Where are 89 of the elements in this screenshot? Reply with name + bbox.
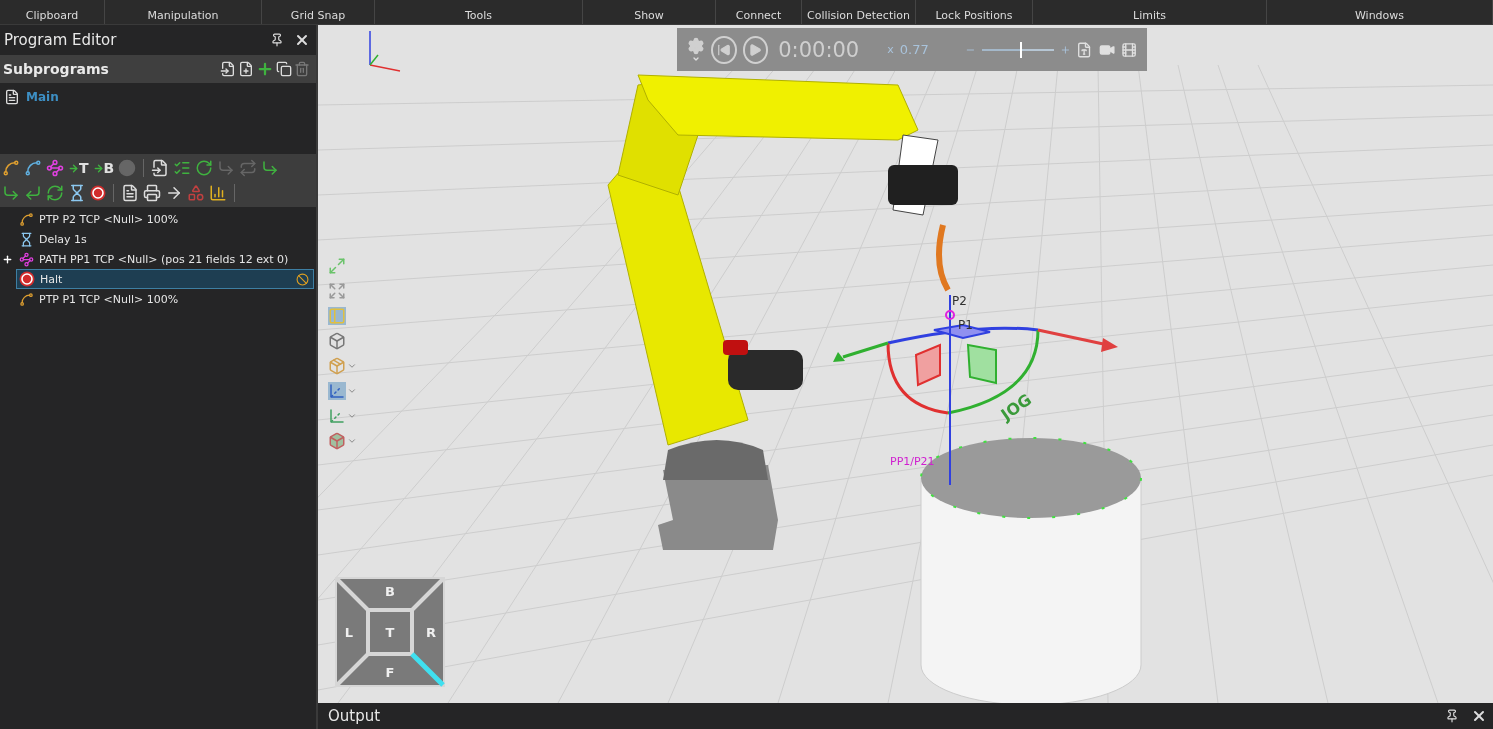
ribbon-group-label: Connect [735,9,782,22]
repeat-icon[interactable] [239,159,258,177]
corner-arrow-icon[interactable] [2,184,20,202]
ribbon-group-label: Manipulation [147,9,219,22]
film-icon[interactable] [1120,40,1138,59]
curve-icon [19,211,34,227]
pdf-icon[interactable] [1076,40,1093,59]
ribbon-group-label: Lock Positions [935,9,1013,22]
waypoints-icon [19,251,34,267]
arrow-icon [92,162,104,174]
ribbon-group-label: Limits [1133,9,1166,22]
add-icon[interactable] [256,60,274,78]
insert-button[interactable]: T [68,160,89,176]
view-cube-drawing[interactable] [335,577,445,687]
curve-icon[interactable] [24,159,42,177]
new-file-icon[interactable] [238,61,254,77]
caret-icon[interactable] [347,411,357,421]
circle-icon[interactable] [118,159,137,177]
axis-icon [369,30,401,72]
corner-arrow-icon[interactable] [24,184,42,202]
scene-label: PP1/P21 [890,455,935,468]
ribbon-group-label: Windows [1354,9,1405,22]
time-display: 0:00:00 [778,37,860,62]
view-cube-label[interactable]: T [385,625,395,640]
stop-icon[interactable] [90,185,106,201]
ribbon-group-label: Show [634,9,664,22]
play-icon [748,42,763,57]
copy-icon[interactable] [276,61,292,77]
printer-icon[interactable] [143,184,161,202]
rewind-icon [716,42,731,57]
corner-arrow-icon[interactable] [217,159,236,177]
section-title: Subprograms [3,61,110,77]
waypoints-icon[interactable] [46,159,64,177]
cube-icon[interactable] [328,432,346,450]
speed-value: 0.77 [899,42,929,57]
insert-button[interactable]: B [92,160,115,176]
corner-arrow-icon[interactable] [261,159,280,177]
curve-icon [19,291,34,307]
file-import-icon[interactable] [151,159,170,177]
panel-title: Program Editor [4,31,118,49]
pin-icon[interactable] [1445,709,1459,723]
view-cube-label[interactable]: B [385,584,395,599]
program-row[interactable]: Delay 1s [16,229,314,249]
caret-icon[interactable] [347,386,357,396]
ribbon-group-label: Grid Snap [290,9,346,22]
arrow-icon [68,162,79,174]
document-icon [4,89,20,105]
scene-label: P1 [958,318,973,332]
pin-icon[interactable] [270,33,284,47]
settings-icon[interactable] [687,36,705,55]
view-cube-label[interactable]: F [385,665,395,680]
play-button[interactable] [742,35,769,64]
program-row[interactable]: PATH PP1 TCP <Null> (pos 21 fields 12 ext 0) [16,249,314,269]
stop-icon [19,271,35,287]
hourglass-icon [19,231,34,247]
package-icon[interactable] [328,357,346,375]
program-row[interactable]: PTP P1 TCP <Null> 100% [16,289,314,309]
view-cube-label[interactable]: R [426,625,436,640]
rotate-icon[interactable] [195,159,214,177]
ribbon-group-label: Collision Detection [807,9,910,22]
speed-prefix: x [887,43,894,56]
scene-label: P2 [952,294,967,308]
program-row[interactable]: PTP P2 TCP <Null> 100% [16,209,314,229]
panel-title: Output [328,707,382,725]
close-icon[interactable] [1471,708,1487,724]
box-icon[interactable] [328,332,346,350]
subprogram-item[interactable]: Main [26,90,59,104]
rewind-button[interactable] [711,35,737,64]
view-cube-label[interactable]: L [344,625,354,640]
hourglass-icon[interactable] [68,184,86,202]
ribbon-group-label: Tools [464,9,493,22]
list-icon[interactable] [173,159,192,177]
document-icon[interactable] [121,184,139,202]
axes-icon[interactable] [328,407,346,425]
plus-icon[interactable] [1059,43,1071,56]
fullscreen-icon[interactable] [328,282,346,300]
close-icon[interactable] [294,32,310,48]
refresh-icon[interactable] [46,184,64,202]
speed-slider[interactable] [981,41,1054,58]
file-import-icon[interactable] [220,61,236,77]
caret-icon[interactable] [347,436,357,446]
program-row[interactable]: Halt [16,269,314,289]
expand-icon[interactable] [2,253,13,265]
curve-icon[interactable] [2,159,20,177]
axes-icon[interactable] [328,382,346,400]
bar-chart-icon[interactable] [209,184,227,202]
caret-icon[interactable] [347,361,357,371]
ribbon-group-label: Clipboard [25,9,79,22]
arrow-icon[interactable] [165,184,183,202]
